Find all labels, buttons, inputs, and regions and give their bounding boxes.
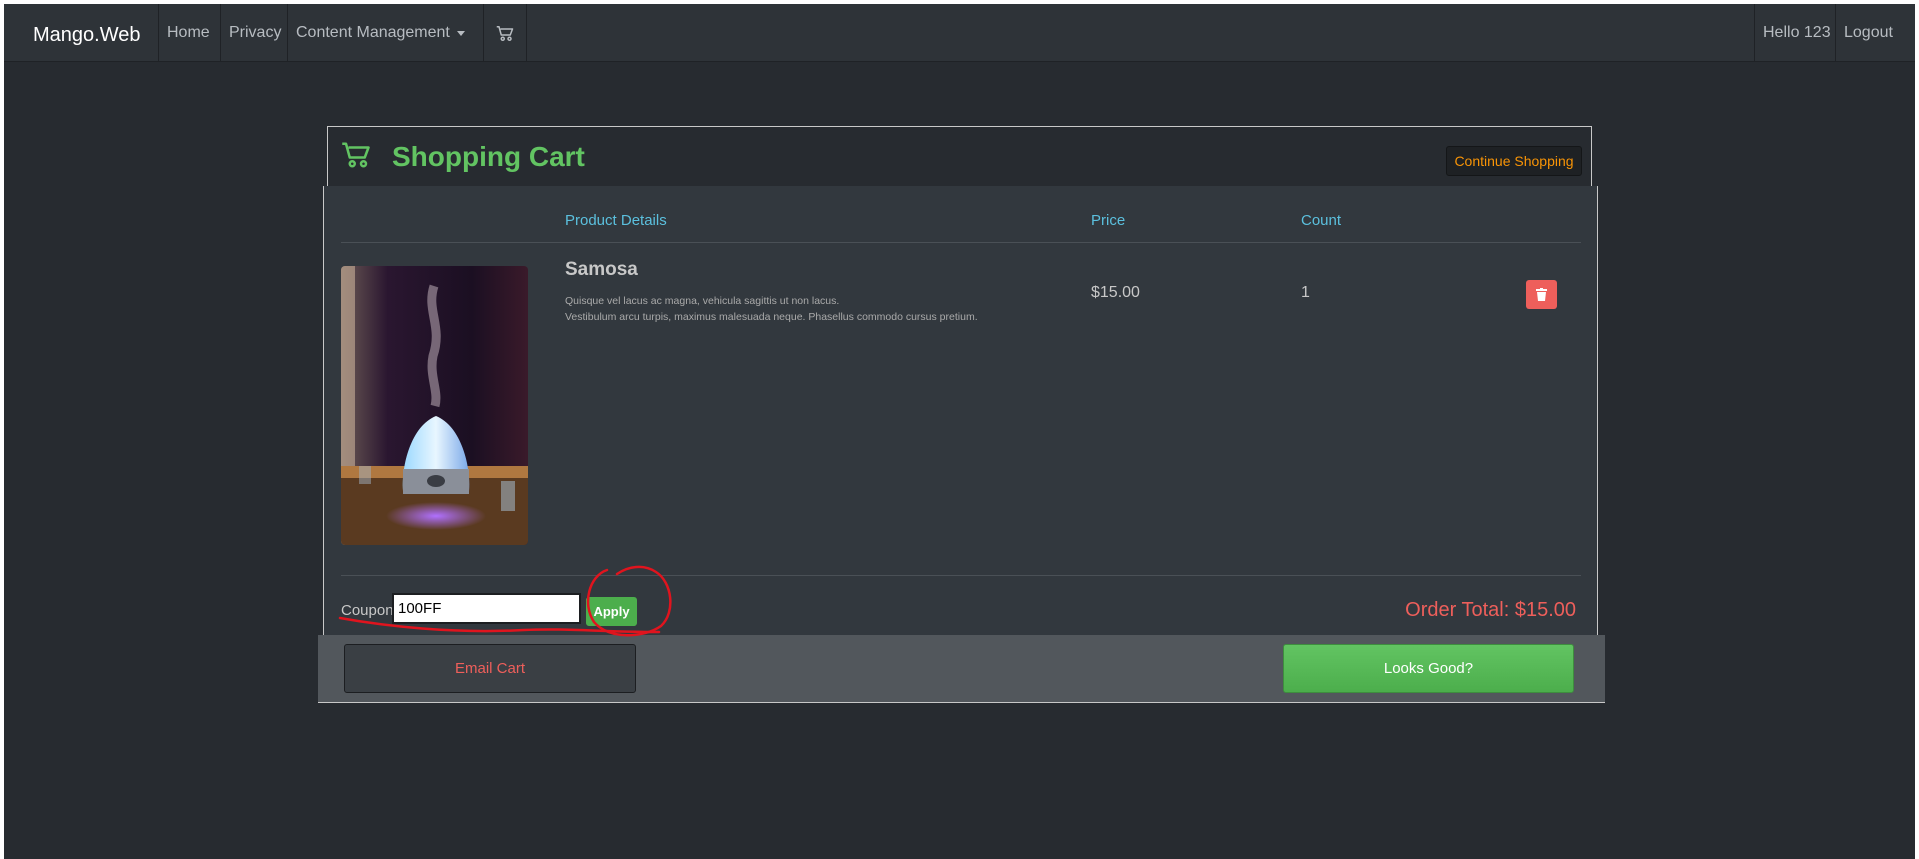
card-header: Shopping Cart Continue Shopping (327, 126, 1592, 186)
nav-home-label: Home (167, 24, 210, 41)
nav-privacy[interactable]: Privacy (220, 4, 289, 62)
column-header-product-details: Product Details (565, 212, 667, 229)
order-total: Order Total: $15.00 (1405, 599, 1576, 621)
divider (341, 575, 1581, 576)
nav-content-management-label: Content Management (296, 24, 450, 41)
user-greeting-label: Hello 123 (1763, 24, 1831, 41)
column-header-price: Price (1091, 212, 1126, 229)
nav-logout[interactable]: Logout (1835, 4, 1901, 62)
nav-privacy-label: Privacy (229, 24, 282, 41)
shopping-cart-icon (342, 142, 370, 168)
brand-logo[interactable]: Mango.Web (33, 24, 140, 47)
cart-icon (496, 25, 514, 41)
coupon-label: Coupon: (341, 602, 398, 619)
page-title: Shopping Cart (392, 141, 585, 172)
app-window: Mango.Web Home Privacy Content Managemen… (4, 4, 1915, 859)
top-navbar: Mango.Web Home Privacy Content Managemen… (4, 4, 1915, 62)
caret-down-icon (456, 30, 465, 36)
divider (341, 242, 1581, 243)
nav-content-management-dropdown[interactable]: Content Management (287, 4, 473, 62)
product-name: Samosa (565, 259, 638, 280)
product-count: 1 (1301, 284, 1310, 301)
shopping-cart-card: Shopping Cart Continue Shopping Product … (318, 126, 1605, 705)
column-header-count: Count (1301, 212, 1342, 229)
card-body: Product Details Price Count Samosa Quisq… (323, 186, 1598, 635)
looks-good-button[interactable]: Looks Good? (1283, 644, 1574, 693)
product-description-line1: Quisque vel lacus ac magna, vehicula sag… (565, 295, 840, 307)
apply-coupon-button[interactable]: Apply (586, 597, 637, 626)
product-image (341, 266, 528, 545)
coupon-input[interactable] (392, 593, 581, 624)
product-price: $15.00 (1091, 284, 1140, 301)
nav-user-greeting[interactable]: Hello 123 (1754, 4, 1839, 62)
delete-item-button[interactable] (1526, 280, 1557, 309)
email-cart-button[interactable]: Email Cart (344, 644, 636, 693)
continue-shopping-button[interactable]: Continue Shopping (1446, 146, 1582, 176)
product-description-line2: Vestibulum arcu turpis, maximus malesuad… (565, 311, 978, 323)
trash-icon (1536, 288, 1547, 301)
card-footer: Email Cart Looks Good? (318, 635, 1605, 703)
nav-cart[interactable] (483, 4, 527, 62)
product-description: Quisque vel lacus ac magna, vehicula sag… (565, 293, 978, 325)
logout-label: Logout (1844, 24, 1893, 41)
nav-home[interactable]: Home (158, 4, 218, 62)
